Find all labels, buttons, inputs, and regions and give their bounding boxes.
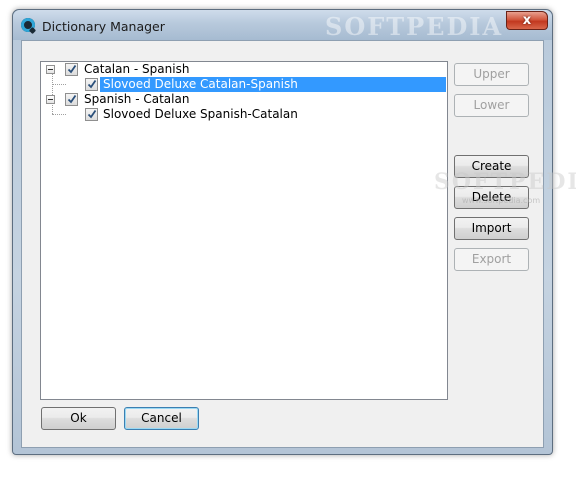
checkmark-icon <box>87 109 97 119</box>
tree-line <box>49 74 50 357</box>
dialog-body: Catalan - Spanish Slovoed Deluxe Catalan… <box>21 40 576 448</box>
checkbox-slovoed-catalan-spanish[interactable] <box>85 78 98 91</box>
checkmark-icon <box>67 64 77 74</box>
window-title: Dictionary Manager <box>42 19 165 34</box>
collapse-toggle-spanish-catalan[interactable] <box>46 95 55 104</box>
tree-node-spanish-catalan[interactable]: Spanish - Catalan <box>84 92 189 106</box>
softpedia-url-watermark: www.softpedia.com <box>462 196 541 205</box>
dictionary-app-icon <box>21 18 35 32</box>
title-watermark: SOFTPEDIA <box>325 12 504 41</box>
close-button[interactable]: x <box>506 11 548 30</box>
tree-node-label: Slovoed Deluxe Catalan-Spanish <box>103 77 298 91</box>
tree-node-catalan-spanish[interactable]: Catalan - Spanish <box>84 62 189 76</box>
lower-button[interactable]: Lower <box>454 94 529 117</box>
ok-button[interactable]: Ok <box>41 407 116 430</box>
checkbox-spanish-catalan[interactable] <box>65 93 78 106</box>
tree-line <box>52 84 66 85</box>
checkbox-catalan-spanish[interactable] <box>65 63 78 76</box>
dictionary-tree[interactable]: Catalan - Spanish Slovoed Deluxe Catalan… <box>40 61 448 400</box>
tree-node-slovoed-spanish-catalan[interactable]: Slovoed Deluxe Spanish-Catalan <box>103 107 298 121</box>
tree-line <box>52 114 66 115</box>
dictionary-manager-window: Dictionary Manager SOFTPEDIA x Catalan -… <box>12 9 576 455</box>
tree-node-slovoed-catalan-spanish[interactable]: Slovoed Deluxe Catalan-Spanish <box>100 77 446 92</box>
import-button[interactable]: Import <box>454 217 529 240</box>
cancel-button[interactable]: Cancel <box>124 407 199 430</box>
checkmark-icon <box>67 94 77 104</box>
checkmark-icon <box>87 79 97 89</box>
checkbox-slovoed-spanish-catalan[interactable] <box>85 108 98 121</box>
upper-button[interactable]: Upper <box>454 63 529 86</box>
close-icon: x <box>522 13 532 28</box>
softpedia-watermark: SOFTPEDIA <box>434 169 576 195</box>
export-button[interactable]: Export <box>454 248 529 271</box>
collapse-toggle-catalan-spanish[interactable] <box>46 65 55 74</box>
title-bar[interactable]: Dictionary Manager SOFTPEDIA x <box>13 10 552 41</box>
